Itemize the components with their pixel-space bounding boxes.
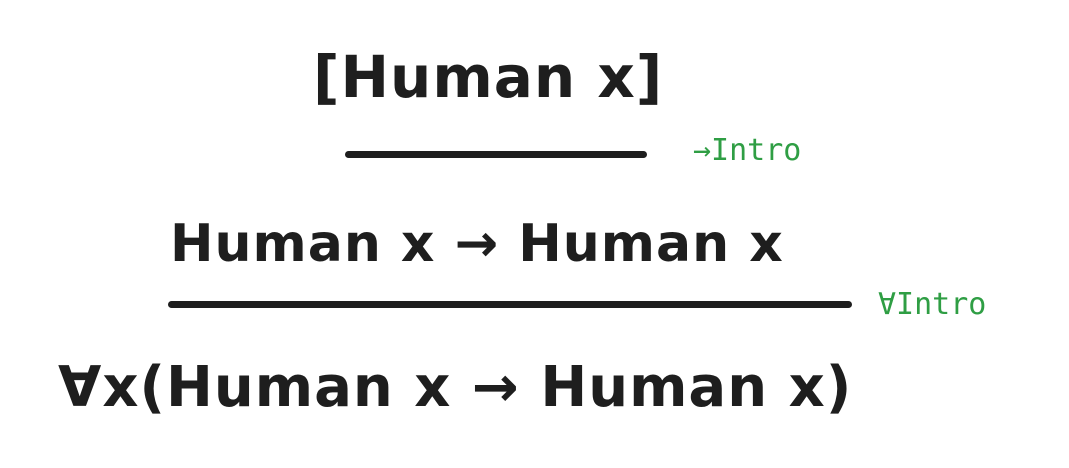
conclusion-formula: ∀x(Human x → Human x)	[58, 355, 853, 420]
implication-formula: Human x → Human x	[170, 214, 784, 274]
assumption-formula: [Human x]	[313, 43, 664, 111]
rule-label-universal-intro: ∀Intro	[878, 287, 987, 322]
rule-label-implication-intro: →Intro	[693, 133, 802, 168]
inference-line-universal-intro	[168, 301, 852, 308]
inference-line-implication-intro	[345, 151, 647, 158]
